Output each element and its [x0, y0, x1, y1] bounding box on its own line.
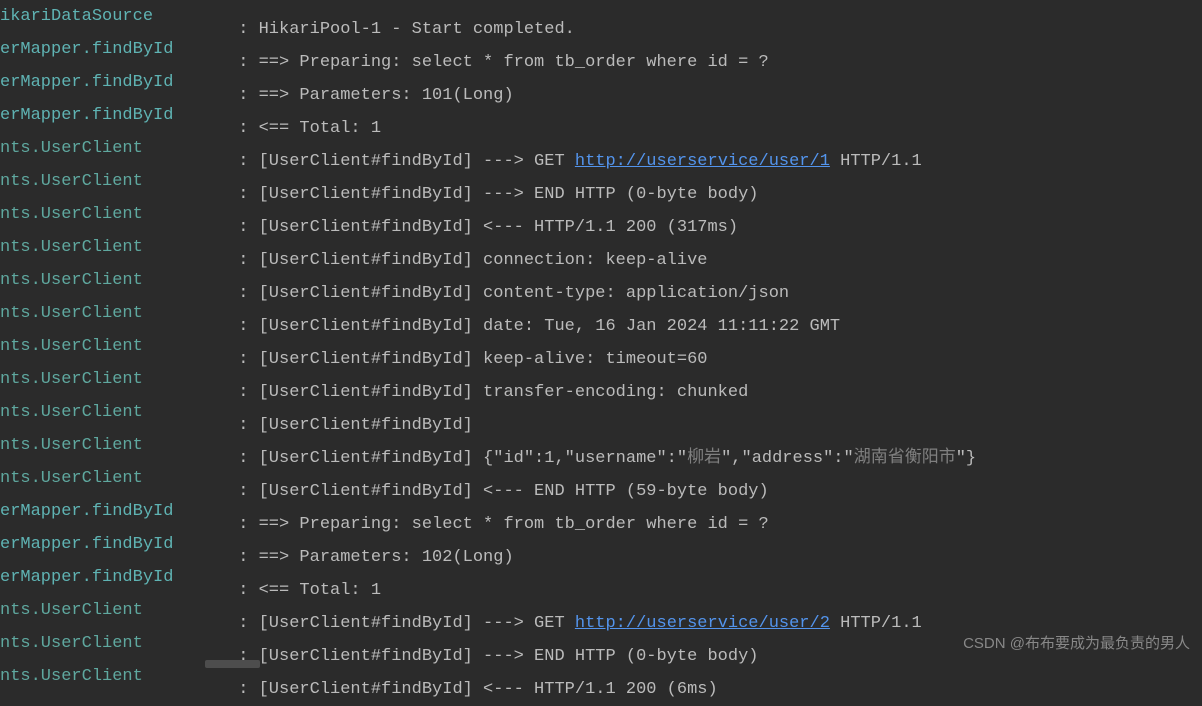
log-line: nts.UserClient : [UserClient#findById] -… — [0, 132, 1202, 165]
log-line: nts.UserClient : [UserClient#findById] {… — [0, 429, 1202, 462]
log-source: nts.UserClient — [0, 264, 228, 297]
log-line: nts.UserClient : [UserClient#findById] t… — [0, 363, 1202, 396]
log-source: nts.UserClient — [0, 330, 228, 363]
log-line: nts.UserClient : [UserClient#findById] c… — [0, 264, 1202, 297]
log-source: erMapper.findById — [0, 495, 228, 528]
log-source: nts.UserClient — [0, 660, 228, 693]
log-source: nts.UserClient — [0, 429, 228, 462]
log-line: erMapper.findById : <== Total: 1 — [0, 561, 1202, 594]
log-message-after: HTTP/1.1 — [830, 614, 922, 633]
log-source: nts.UserClient — [0, 165, 228, 198]
log-line: nts.UserClient : [UserClient#findById] -… — [0, 594, 1202, 627]
log-line: erMapper.findById : ==> Preparing: selec… — [0, 495, 1202, 528]
log-line: nts.UserClient : [UserClient#findById] <… — [0, 198, 1202, 231]
watermark-text: CSDN @布布要成为最负责的男人 — [963, 627, 1190, 660]
log-line: erMapper.findById : <== Total: 1 — [0, 99, 1202, 132]
log-source: erMapper.findById — [0, 99, 228, 132]
log-message: [UserClient#findById] <--- HTTP/1.1 200 … — [259, 680, 718, 699]
log-message-end: "} — [956, 449, 976, 468]
log-source: erMapper.findById — [0, 528, 228, 561]
log-source: erMapper.findById — [0, 561, 228, 594]
log-line: nts.UserClient : [UserClient#findById] c… — [0, 231, 1202, 264]
log-line: nts.UserClient : [UserClient#findById] <… — [0, 660, 1202, 693]
log-chinese-text: 湖南省衡阳市 — [854, 449, 956, 468]
log-source: nts.UserClient — [0, 594, 228, 627]
log-source: nts.UserClient — [0, 198, 228, 231]
log-line: nts.UserClient : [UserClient#findById] k… — [0, 330, 1202, 363]
log-source: nts.UserClient — [0, 132, 228, 165]
log-line: nts.UserClient : [UserClient#findById] -… — [0, 165, 1202, 198]
log-message-after: HTTP/1.1 — [830, 152, 922, 171]
log-source: nts.UserClient — [0, 627, 228, 660]
log-line: ikariDataSource : HikariPool-1 - Start c… — [0, 0, 1202, 33]
log-output: ikariDataSource : HikariPool-1 - Start c… — [0, 0, 1202, 693]
log-source: nts.UserClient — [0, 231, 228, 264]
log-source: erMapper.findById — [0, 33, 228, 66]
log-source: nts.UserClient — [0, 363, 228, 396]
log-source: nts.UserClient — [0, 396, 228, 429]
log-separator: : — [228, 680, 259, 699]
log-source: erMapper.findById — [0, 66, 228, 99]
log-source: ikariDataSource — [0, 0, 228, 33]
log-line: erMapper.findById : ==> Preparing: selec… — [0, 33, 1202, 66]
log-line: nts.UserClient : [UserClient#findById] <… — [0, 462, 1202, 495]
log-source: nts.UserClient — [0, 297, 228, 330]
horizontal-scrollbar[interactable] — [205, 660, 260, 668]
log-line: nts.UserClient : [UserClient#findById] d… — [0, 297, 1202, 330]
log-source: nts.UserClient — [0, 462, 228, 495]
